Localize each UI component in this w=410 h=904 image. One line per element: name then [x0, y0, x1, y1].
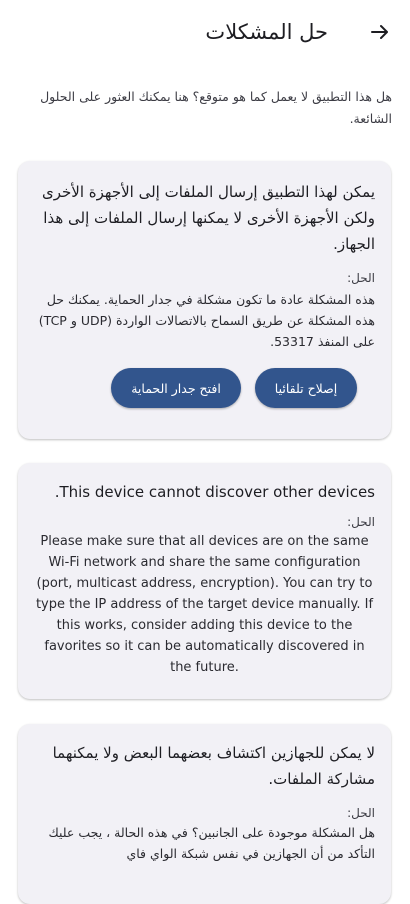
- intro-text: هل هذا التطبيق لا يعمل كما هو متوقع؟ هنا…: [40, 89, 392, 126]
- auto-fix-button[interactable]: إصلاح تلقائيا: [255, 368, 357, 408]
- problem-card-both-sides: لا يمكن للجهازين اكتشاف بعضهما البعض ولا…: [18, 724, 391, 904]
- problem-title: لا يمكن للجهازين اكتشاف بعضهما البعض ولا…: [52, 744, 375, 788]
- solution-label: الحل:: [347, 515, 375, 529]
- solution-text: هذه المشكلة عادة ما تكون مشكلة في جدار ا…: [38, 292, 375, 349]
- problem-card-discovery: This device cannot discover other device…: [18, 463, 391, 699]
- page-title: حل المشكلات: [205, 20, 328, 44]
- back-button[interactable]: [364, 16, 396, 48]
- problem-title: This device cannot discover other device…: [54, 483, 375, 501]
- solution-label: الحل:: [347, 271, 375, 285]
- solution-label: الحل:: [347, 806, 375, 820]
- open-firewall-button[interactable]: افتح جدار الحماية: [111, 368, 241, 408]
- arrow-forward-icon: [371, 25, 388, 39]
- solution-text: Please make sure that all devices are on…: [35, 534, 374, 675]
- problem-card-firewall: يمكن لهذا التطبيق إرسال الملفات إلى الأج…: [18, 161, 391, 439]
- action-buttons: إصلاح تلقائيا افتح جدار الحماية: [34, 368, 375, 408]
- app-bar: حل المشكلات: [0, 0, 410, 64]
- problem-title: يمكن لهذا التطبيق إرسال الملفات إلى الأج…: [42, 183, 375, 253]
- solution-text: هل المشكلة موجودة على الجانبين؟ في هذه ا…: [48, 825, 375, 861]
